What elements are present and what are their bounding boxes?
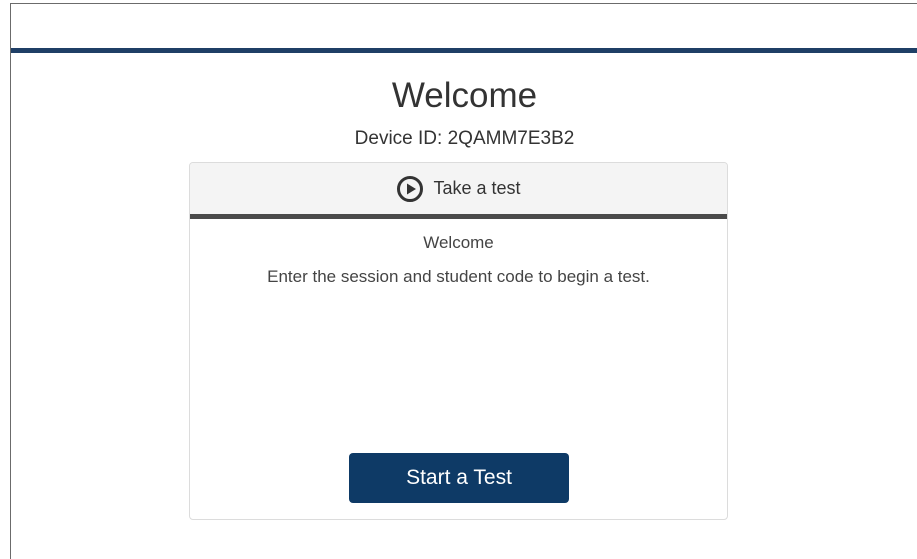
play-circle-icon [397, 175, 424, 202]
device-id-value: 2QAMM7E3B2 [447, 128, 575, 149]
start-test-button[interactable]: Start a Test [349, 453, 569, 503]
take-test-card: Take a test Welcome Enter the session an… [189, 162, 728, 520]
top-accent-bar [11, 48, 917, 53]
page-title: Welcome [391, 76, 538, 115]
take-test-tab[interactable]: Take a test [190, 163, 727, 219]
card-instructions: Enter the session and student code to be… [267, 267, 650, 286]
device-id-label: Device ID: [354, 128, 443, 149]
take-test-label: Take a test [433, 178, 521, 198]
card-welcome-heading: Welcome [423, 233, 494, 252]
app-window: Welcome Device ID: 2QAMM7E3B2 Take a tes… [10, 3, 917, 559]
device-id: Device ID: 2QAMM7E3B2 [11, 127, 917, 151]
